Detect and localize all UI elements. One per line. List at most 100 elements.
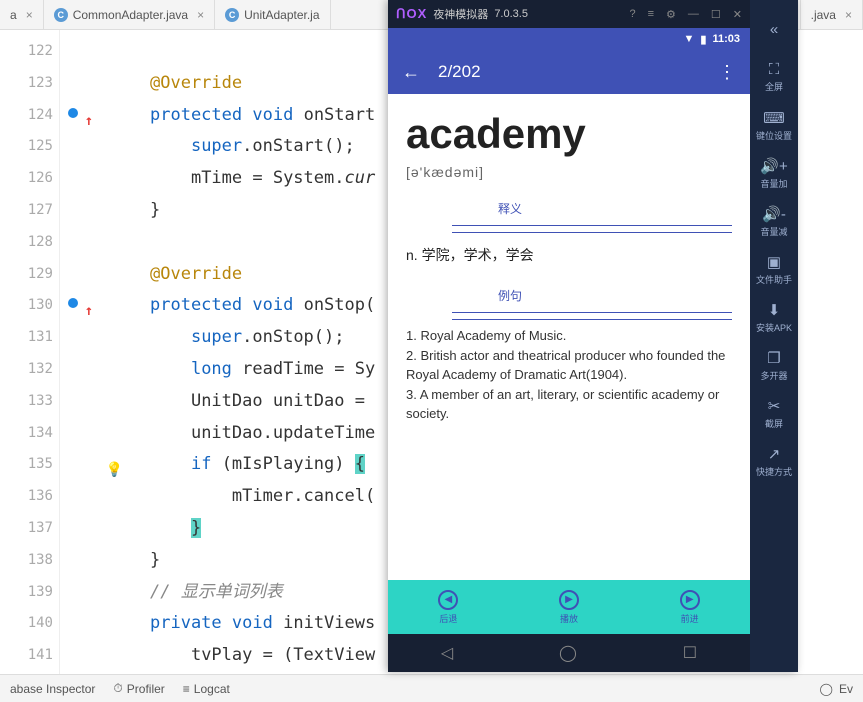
volume-up-icon: 🔊+	[760, 157, 787, 175]
prev-icon: ◀	[438, 590, 458, 610]
word-title: academy	[406, 110, 732, 158]
side-filehelper-button[interactable]: ▣文件助手	[750, 246, 798, 292]
side-volup-button[interactable]: 🔊+音量加	[750, 150, 798, 196]
line-number: 126	[0, 163, 53, 195]
override-marker-icon[interactable]	[68, 108, 78, 118]
profiler-button[interactable]: ⏱Profiler	[113, 681, 164, 696]
settings-icon[interactable]: ⚙	[666, 8, 676, 21]
line-number: 122	[0, 36, 53, 68]
example-item: 2. British actor and theatrical producer…	[406, 346, 732, 385]
up-arrow-icon: ↑	[85, 296, 93, 328]
side-multi-button[interactable]: ❐多开器	[750, 342, 798, 388]
line-number: 124↑	[0, 100, 53, 132]
help-icon[interactable]: ?	[629, 8, 635, 21]
android-system-nav: ◁ ◯ ☐	[388, 634, 750, 672]
java-class-icon: C	[54, 8, 68, 22]
folder-icon: ▣	[767, 253, 781, 271]
download-icon: ⬇	[768, 301, 781, 319]
maximize-icon[interactable]: ☐	[711, 8, 721, 21]
close-icon[interactable]: ✕	[733, 8, 742, 21]
emulator-title: 夜神模拟器	[433, 6, 488, 22]
nox-logo-icon: ՈOX	[396, 6, 427, 22]
side-screenshot-button[interactable]: ✂截屏	[750, 390, 798, 436]
profiler-icon: ⏱	[113, 681, 122, 696]
side-fullscreen-button[interactable]: ⛶全屏	[750, 54, 798, 100]
gutter: 122 123 124↑ 125 126 127 128 129 130↑ 13…	[0, 30, 60, 674]
emulator-window: ՈOX 夜神模拟器 7.0.3.5 ? ≡ ⚙ — ☐ ✕ ▼ ▮ 11:03 …	[388, 0, 798, 672]
close-icon[interactable]: ×	[197, 8, 204, 22]
prev-button[interactable]: ◀后退	[388, 580, 509, 634]
logcat-button[interactable]: ≡Logcat	[183, 682, 230, 696]
android-back-icon[interactable]: ◁	[441, 643, 453, 663]
android-bottom-bar: ◀后退 ▶播放 ▶前进	[388, 580, 750, 634]
next-button[interactable]: ▶前进	[629, 580, 750, 634]
play-button[interactable]: ▶播放	[509, 580, 630, 634]
section-header-definition: 释义	[498, 198, 522, 219]
lightbulb-icon[interactable]: 💡	[106, 455, 123, 487]
event-log-icon[interactable]: ◯	[820, 682, 833, 696]
back-arrow-icon[interactable]: ←	[402, 62, 420, 83]
line-number: 135💡	[0, 449, 53, 481]
example-item: 3. A member of an art, literary, or scie…	[406, 385, 732, 424]
line-number: 128	[0, 227, 53, 259]
line-number: 132	[0, 354, 53, 386]
phonetic: [ə'kædəmi]	[406, 164, 732, 180]
android-recent-icon[interactable]: ☐	[683, 643, 697, 663]
line-number: 131	[0, 322, 53, 354]
bottom-toolbar: abase Inspector ⏱Profiler ≡Logcat ◯ Ev	[0, 674, 863, 702]
status-time: 11:03	[712, 33, 740, 45]
emulator-titlebar[interactable]: ՈOX 夜神模拟器 7.0.3.5 ? ≡ ⚙ — ☐ ✕	[388, 0, 750, 28]
event-log-label[interactable]: Ev	[839, 682, 853, 696]
emulator-side-toolbar: « ⛶全屏 ⌨键位设置 🔊+音量加 🔊-音量减 ▣文件助手 ⬇安装APK ❐多开…	[750, 0, 798, 672]
play-icon: ▶	[559, 590, 579, 610]
keyboard-icon: ⌨	[763, 109, 785, 127]
shortcut-icon: ↗	[768, 445, 781, 463]
android-app-bar: ← 2/202 ⋮	[388, 50, 750, 94]
multi-icon: ❐	[767, 349, 780, 367]
line-number: 140	[0, 608, 53, 640]
examples: 1. Royal Academy of Music. 2. British ac…	[406, 326, 732, 424]
close-icon[interactable]: ×	[26, 8, 33, 22]
side-shortcut-button[interactable]: ↗快捷方式	[750, 438, 798, 484]
line-number: 139	[0, 577, 53, 609]
database-inspector-button[interactable]: abase Inspector	[10, 682, 95, 696]
close-icon[interactable]: ×	[845, 8, 852, 22]
scissors-icon: ✂	[768, 397, 781, 415]
line-number: 130↑	[0, 290, 53, 322]
logcat-icon: ≡	[183, 682, 190, 696]
definition-text: n. 学院，学术，学会	[406, 239, 732, 271]
tab-fragment-right[interactable]: .java ×	[800, 0, 863, 29]
line-number: 138	[0, 545, 53, 577]
appbar-title: 2/202	[438, 62, 481, 82]
side-voldown-button[interactable]: 🔊-音量减	[750, 198, 798, 244]
tab-label: .java	[811, 8, 836, 22]
android-home-icon[interactable]: ◯	[559, 643, 577, 663]
line-number: 137	[0, 513, 53, 545]
collapse-icon: «	[770, 21, 778, 38]
tab-label: a	[10, 8, 17, 22]
section-header-examples: 例句	[498, 285, 522, 306]
menu-icon[interactable]: ≡	[648, 8, 654, 21]
java-class-icon: C	[225, 8, 239, 22]
volume-down-icon: 🔊-	[762, 205, 786, 223]
line-number: 125	[0, 131, 53, 163]
emulator-version: 7.0.3.5	[494, 8, 528, 20]
android-status-bar: ▼ ▮ 11:03	[388, 28, 750, 50]
kebab-menu-icon[interactable]: ⋮	[718, 62, 736, 83]
side-apk-button[interactable]: ⬇安装APK	[750, 294, 798, 340]
side-keymap-button[interactable]: ⌨键位设置	[750, 102, 798, 148]
line-number: 133	[0, 386, 53, 418]
line-number: 134	[0, 418, 53, 450]
android-content[interactable]: academy [ə'kædəmi] 释义 n. 学院，学术，学会 例句 1. …	[388, 94, 750, 580]
up-arrow-icon: ↑	[85, 106, 93, 138]
tab-commonadapter[interactable]: C CommonAdapter.java ×	[44, 0, 215, 29]
minimize-icon[interactable]: —	[688, 8, 699, 21]
tab-label: UnitAdapter.ja	[244, 8, 319, 22]
tab-fragment-left[interactable]: a ×	[0, 0, 44, 29]
line-number: 127	[0, 195, 53, 227]
tab-unitadapter[interactable]: C UnitAdapter.ja	[215, 0, 330, 29]
side-collapse-button[interactable]: «	[750, 6, 798, 52]
line-number: 129	[0, 259, 53, 291]
example-item: 1. Royal Academy of Music.	[406, 326, 732, 346]
wifi-icon: ▼	[684, 33, 695, 45]
